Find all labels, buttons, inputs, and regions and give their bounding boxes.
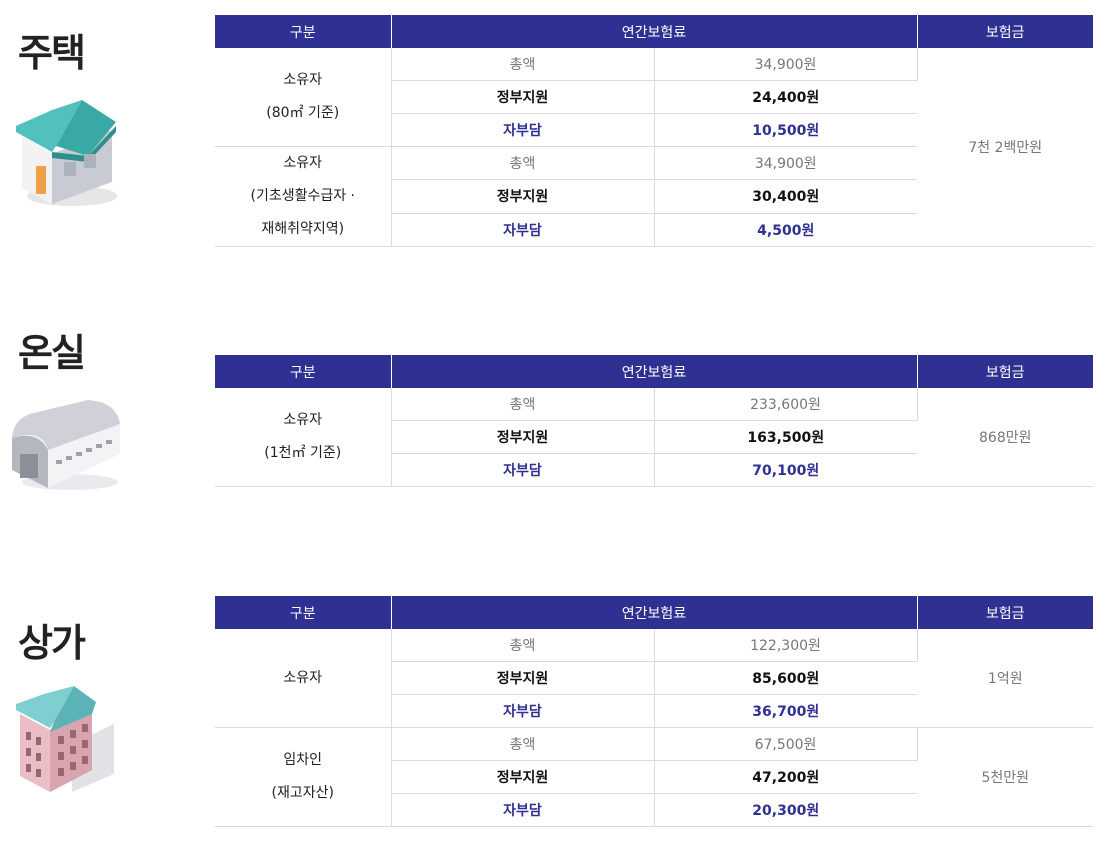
row-label-gov: 정부지원	[391, 760, 655, 794]
row-label-self: 자부담	[391, 453, 655, 487]
header-annual-premium: 연간보험료	[391, 355, 918, 388]
greenhouse-icon	[12, 400, 120, 490]
table-header-row: 구분 연간보험료 보험금	[215, 15, 1093, 48]
value-gov: 163,500원	[654, 420, 917, 454]
row-label-gov: 정부지원	[391, 420, 655, 454]
benefit-amount: 7천 2백만원	[917, 48, 1093, 247]
group-label: 소유자 (1천㎡ 기준)	[215, 388, 392, 487]
benefit-amount: 868만원	[917, 388, 1093, 487]
value-total: 34,900원	[654, 146, 917, 181]
value-total: 233,600원	[654, 388, 918, 421]
group-label: 소유자 (기초생활수급자 · 재해취약지역)	[215, 146, 392, 247]
category-title-house: 주택	[18, 31, 86, 75]
row-label-self: 자부담	[391, 793, 655, 827]
group-label-line: (80㎡ 기준)	[266, 105, 340, 121]
table-row: 소유자 (1천㎡ 기준) 총액 233,600원 868만원	[215, 388, 1093, 487]
value-self: 10,500원	[654, 113, 917, 147]
group-label: 소유자	[215, 629, 392, 728]
row-label-self: 자부담	[391, 113, 655, 147]
value-self: 20,300원	[654, 793, 917, 827]
table-header-row: 구분 연간보험료 보험금	[215, 355, 1093, 388]
header-benefit: 보험금	[917, 15, 1093, 48]
value-self: 36,700원	[654, 694, 917, 728]
benefit-amount: 5천만원	[917, 727, 1093, 827]
row-label-total: 총액	[391, 629, 655, 662]
group-label: 소유자 (80㎡ 기준)	[215, 48, 392, 147]
group-label: 임차인 (재고자산)	[215, 727, 392, 827]
value-total: 67,500원	[654, 727, 918, 761]
benefit-amount: 1억원	[917, 629, 1093, 728]
value-self: 70,100원	[654, 453, 917, 487]
row-label-total: 총액	[391, 727, 655, 761]
value-gov: 47,200원	[654, 760, 917, 794]
row-label-self: 자부담	[391, 694, 655, 728]
store-premium-table: 구분 연간보험료 보험금 소유자 총액 122,300원 1억원 정부지원 85…	[215, 596, 1093, 827]
header-category: 구분	[215, 355, 392, 388]
header-benefit: 보험금	[917, 355, 1093, 388]
value-gov: 85,600원	[654, 661, 917, 695]
group-label-line: 임차인	[283, 752, 323, 768]
group-label-line: 재해취약지역)	[261, 221, 345, 237]
category-title-greenhouse: 온실	[18, 331, 86, 375]
value-gov: 30,400원	[654, 179, 917, 214]
table-header-row: 구분 연간보험료 보험금	[215, 596, 1093, 629]
row-label-self: 자부담	[391, 213, 655, 248]
building-icon	[16, 686, 114, 792]
row-label-gov: 정부지원	[391, 661, 655, 695]
table-row: 임차인 (재고자산) 총액 67,500원 5천만원	[215, 727, 1093, 827]
house-icon	[16, 100, 117, 206]
header-benefit: 보험금	[917, 596, 1093, 629]
group-label-line: 소유자	[283, 72, 323, 88]
row-label-total: 총액	[391, 388, 655, 421]
group-label-line: (재고자산)	[271, 785, 334, 801]
row-label-total: 총액	[391, 48, 655, 81]
table-row: 소유자 총액 122,300원 1억원	[215, 629, 1093, 728]
group-label-line: 소유자	[283, 155, 323, 171]
header-annual-premium: 연간보험료	[391, 596, 918, 629]
group-label-line: (기초생활수급자 ·	[250, 188, 356, 204]
greenhouse-premium-table: 구분 연간보험료 보험금 소유자 (1천㎡ 기준) 총액 233,600원 86…	[215, 355, 1093, 487]
value-self: 4,500원	[654, 213, 917, 248]
row-label-gov: 정부지원	[391, 179, 655, 214]
category-title-store: 상가	[18, 621, 86, 665]
header-category: 구분	[215, 15, 392, 48]
group-label-line: (1천㎡ 기준)	[264, 445, 342, 461]
value-gov: 24,400원	[654, 80, 917, 114]
header-category: 구분	[215, 596, 392, 629]
row-label-total: 총액	[391, 146, 655, 181]
header-annual-premium: 연간보험료	[391, 15, 918, 48]
row-label-gov: 정부지원	[391, 80, 655, 114]
value-total: 34,900원	[654, 48, 918, 81]
house-premium-table: 구분 연간보험료 보험금 소유자 (80㎡ 기준) 총액 34,900원 7천 …	[215, 15, 1093, 248]
group-label-line: 소유자	[283, 669, 323, 686]
table-row: 소유자 (80㎡ 기준) 총액 34,900원 7천 2백만원	[215, 48, 1093, 247]
value-total: 122,300원	[654, 629, 918, 662]
group-label-line: 소유자	[283, 412, 323, 428]
